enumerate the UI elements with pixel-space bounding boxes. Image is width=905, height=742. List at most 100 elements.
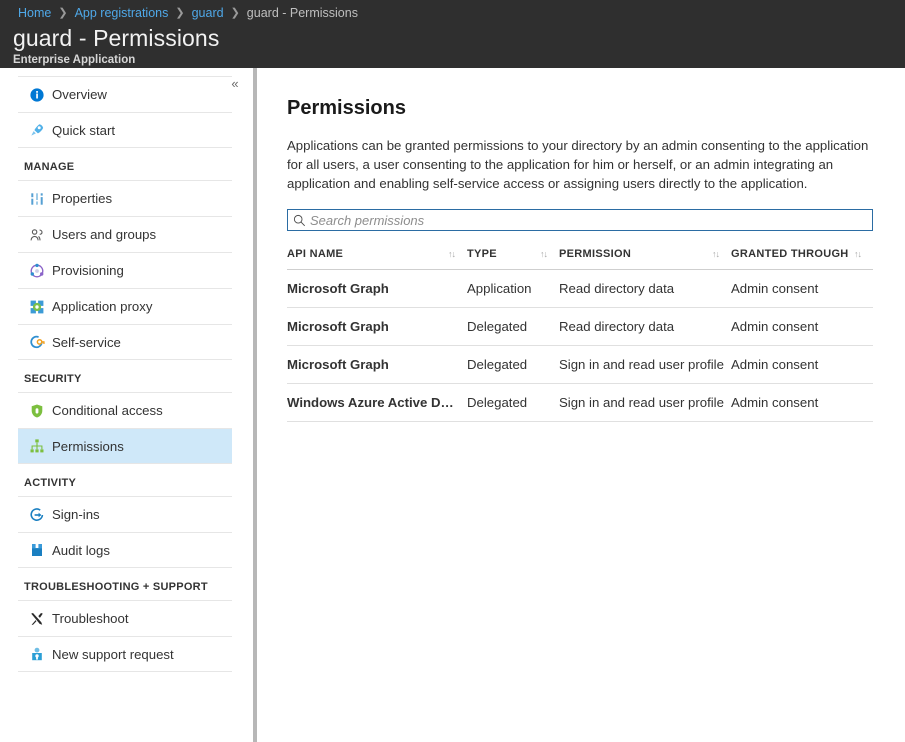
- column-header-label: API NAME: [287, 248, 344, 260]
- column-header-label: PERMISSION: [559, 248, 632, 260]
- cell-granted-through: Admin consent: [731, 383, 873, 422]
- sidebar-group-troubleshooting-support: TROUBLESHOOTING + SUPPORT: [24, 581, 208, 593]
- cell-permission: Sign in and read user profile: [559, 345, 731, 384]
- cell-api-name: Microsoft Graph: [287, 269, 467, 308]
- breadcrumb-item-home[interactable]: Home: [18, 5, 51, 21]
- blade-title-block: guard - Permissions Enterprise Applicati…: [0, 21, 905, 68]
- cell-type: Delegated: [467, 307, 559, 346]
- page-subtitle: Enterprise Application: [13, 54, 136, 66]
- shield-icon: [22, 403, 52, 419]
- cell-granted-through: Admin consent: [731, 345, 873, 384]
- app-proxy-icon: [22, 299, 52, 315]
- content-heading: Permissions: [287, 97, 406, 119]
- sidebar-item-permissions[interactable]: Permissions: [18, 428, 232, 464]
- content-description: Applications can be granted permissions …: [287, 138, 869, 191]
- sidebar-item-self-service[interactable]: Self-service: [18, 324, 232, 360]
- sidebar-item-label: New support request: [52, 646, 174, 662]
- sidebar-item-label: Provisioning: [52, 263, 124, 278]
- cell-type: Delegated: [467, 345, 559, 384]
- cell-api-name: Microsoft Graph: [287, 345, 467, 384]
- column-header-api-name[interactable]: API NAME ↑↓: [287, 248, 467, 270]
- book-icon: [22, 542, 52, 558]
- breadcrumb-item-app-registrations[interactable]: App registrations: [75, 5, 169, 21]
- cell-api-name: Microsoft Graph: [287, 307, 467, 346]
- sidebar-group-security: SECURITY: [24, 373, 82, 385]
- sidebar-item-application-proxy[interactable]: Application proxy: [18, 288, 232, 324]
- cell-type: Delegated: [467, 383, 559, 422]
- sort-icon[interactable]: ↑↓: [854, 249, 862, 259]
- sidebar-item-label: Conditional access: [52, 403, 163, 418]
- table-header-row: API NAME ↑↓ TYPE ↑↓ PERMISSION ↑↓ GRANTED THRO…: [287, 248, 873, 270]
- main-content: Permissions Applications can be granted …: [257, 68, 905, 742]
- provisioning-icon: [22, 263, 52, 279]
- collapse-menu-icon[interactable]: «: [225, 74, 245, 94]
- column-header-label: TYPE: [467, 248, 497, 260]
- breadcrumb-separator: ❯: [58, 7, 68, 19]
- sidebar-item-label: Self-service: [52, 334, 121, 350]
- cell-api-name: Windows Azure Active Direct…: [287, 383, 467, 422]
- sort-icon[interactable]: ↑↓: [540, 249, 548, 259]
- column-header-granted-through[interactable]: GRANTED THROUGH ↑↓: [731, 248, 873, 270]
- sidebar-item-quick-start[interactable]: Quick start: [18, 112, 232, 148]
- sidebar-item-properties[interactable]: Properties: [18, 180, 232, 216]
- portal-header: Home ❯ App registrations ❯ guard ❯ guard - Per…: [0, 0, 905, 68]
- sort-icon[interactable]: ↑↓: [712, 249, 720, 259]
- self-service-icon: [22, 334, 52, 350]
- search-icon: [288, 214, 310, 227]
- column-header-permission[interactable]: PERMISSION ↑↓: [559, 248, 731, 270]
- table-row[interactable]: Microsoft Graph Delegated Sign in and read…: [287, 345, 873, 384]
- rocket-icon: [22, 122, 52, 138]
- sidebar-item-new-support-request[interactable]: New support request: [18, 636, 232, 672]
- blade-body: « Overview Quick start MANAGE Properties Use…: [0, 68, 905, 742]
- search-input[interactable]: [310, 211, 872, 229]
- column-header-type[interactable]: TYPE ↑↓: [467, 248, 559, 270]
- sidebar-item-label: Properties: [52, 191, 113, 206]
- support-agent-icon: [22, 646, 52, 662]
- cell-permission: Read directory data: [559, 269, 731, 308]
- page-title: guard - Permissions: [13, 25, 220, 51]
- table-body: Microsoft Graph Application Read directory…: [287, 269, 873, 422]
- search-box[interactable]: [287, 209, 873, 231]
- cell-permission: Read directory data: [559, 307, 731, 346]
- sidebar-item-label: Quick start: [52, 122, 116, 138]
- table-header: API NAME ↑↓ TYPE ↑↓ PERMISSION ↑↓ GRANTED THRO…: [287, 248, 873, 270]
- sidebar-item-label: Permissions: [52, 438, 124, 454]
- cell-granted-through: Admin consent: [731, 307, 873, 346]
- sidebar-group-activity: ACTIVITY: [24, 477, 77, 489]
- cell-granted-through: Admin consent: [731, 269, 873, 308]
- sidebar-item-overview[interactable]: Overview: [18, 76, 232, 112]
- sidebar-item-troubleshoot[interactable]: Troubleshoot: [18, 600, 232, 636]
- sidebar-item-users-and-groups[interactable]: Users and groups: [18, 216, 232, 252]
- users-icon: [22, 227, 52, 243]
- sidebar-item-provisioning[interactable]: Provisioning: [18, 252, 232, 288]
- cell-permission: Sign in and read user profile: [559, 383, 731, 422]
- hierarchy-icon: [22, 438, 52, 454]
- table-row[interactable]: Microsoft Graph Delegated Read directory d…: [287, 307, 873, 346]
- cell-type: Application: [467, 269, 559, 308]
- column-header-label: GRANTED THROUGH: [731, 248, 849, 260]
- breadcrumb-separator: ❯: [175, 7, 185, 19]
- breadcrumb-item-guard[interactable]: guard: [192, 5, 224, 21]
- sidebar-item-sign-ins[interactable]: Sign-ins: [18, 496, 232, 532]
- sidebar-item-audit-logs[interactable]: Audit logs: [18, 532, 232, 568]
- info-circle-icon: [22, 87, 52, 103]
- breadcrumb-item-guard-permissions: guard - Permissions: [246, 6, 358, 20]
- sidebar-item-label: Overview: [52, 87, 107, 102]
- sort-icon[interactable]: ↑↓: [448, 249, 456, 259]
- table-row[interactable]: Windows Azure Active Direct… Delegated Sig…: [287, 383, 873, 422]
- sidebar-item-label: Sign-ins: [52, 507, 100, 522]
- sidebar-group-manage: MANAGE: [24, 161, 75, 173]
- permissions-table: API NAME ↑↓ TYPE ↑↓ PERMISSION ↑↓ GRANTED THRO…: [287, 248, 873, 422]
- sidebar-item-label: Troubleshoot: [52, 611, 129, 626]
- table-row[interactable]: Microsoft Graph Application Read directory…: [287, 269, 873, 308]
- wrench-screwdriver-icon: [22, 611, 52, 627]
- sidebar-item-conditional-access[interactable]: Conditional access: [18, 392, 232, 428]
- breadcrumb-separator: ❯: [230, 7, 240, 19]
- sign-in-arrow-icon: [22, 507, 52, 523]
- breadcrumb: Home ❯ App registrations ❯ guard ❯ guard - Per…: [0, 0, 905, 21]
- sidebar-item-label: Audit logs: [52, 542, 110, 558]
- sliders-icon: [22, 191, 52, 207]
- sidebar: « Overview Quick start MANAGE Properties Use…: [0, 68, 249, 742]
- sidebar-item-label: Application proxy: [52, 299, 153, 314]
- sidebar-item-label: Users and groups: [52, 227, 157, 242]
